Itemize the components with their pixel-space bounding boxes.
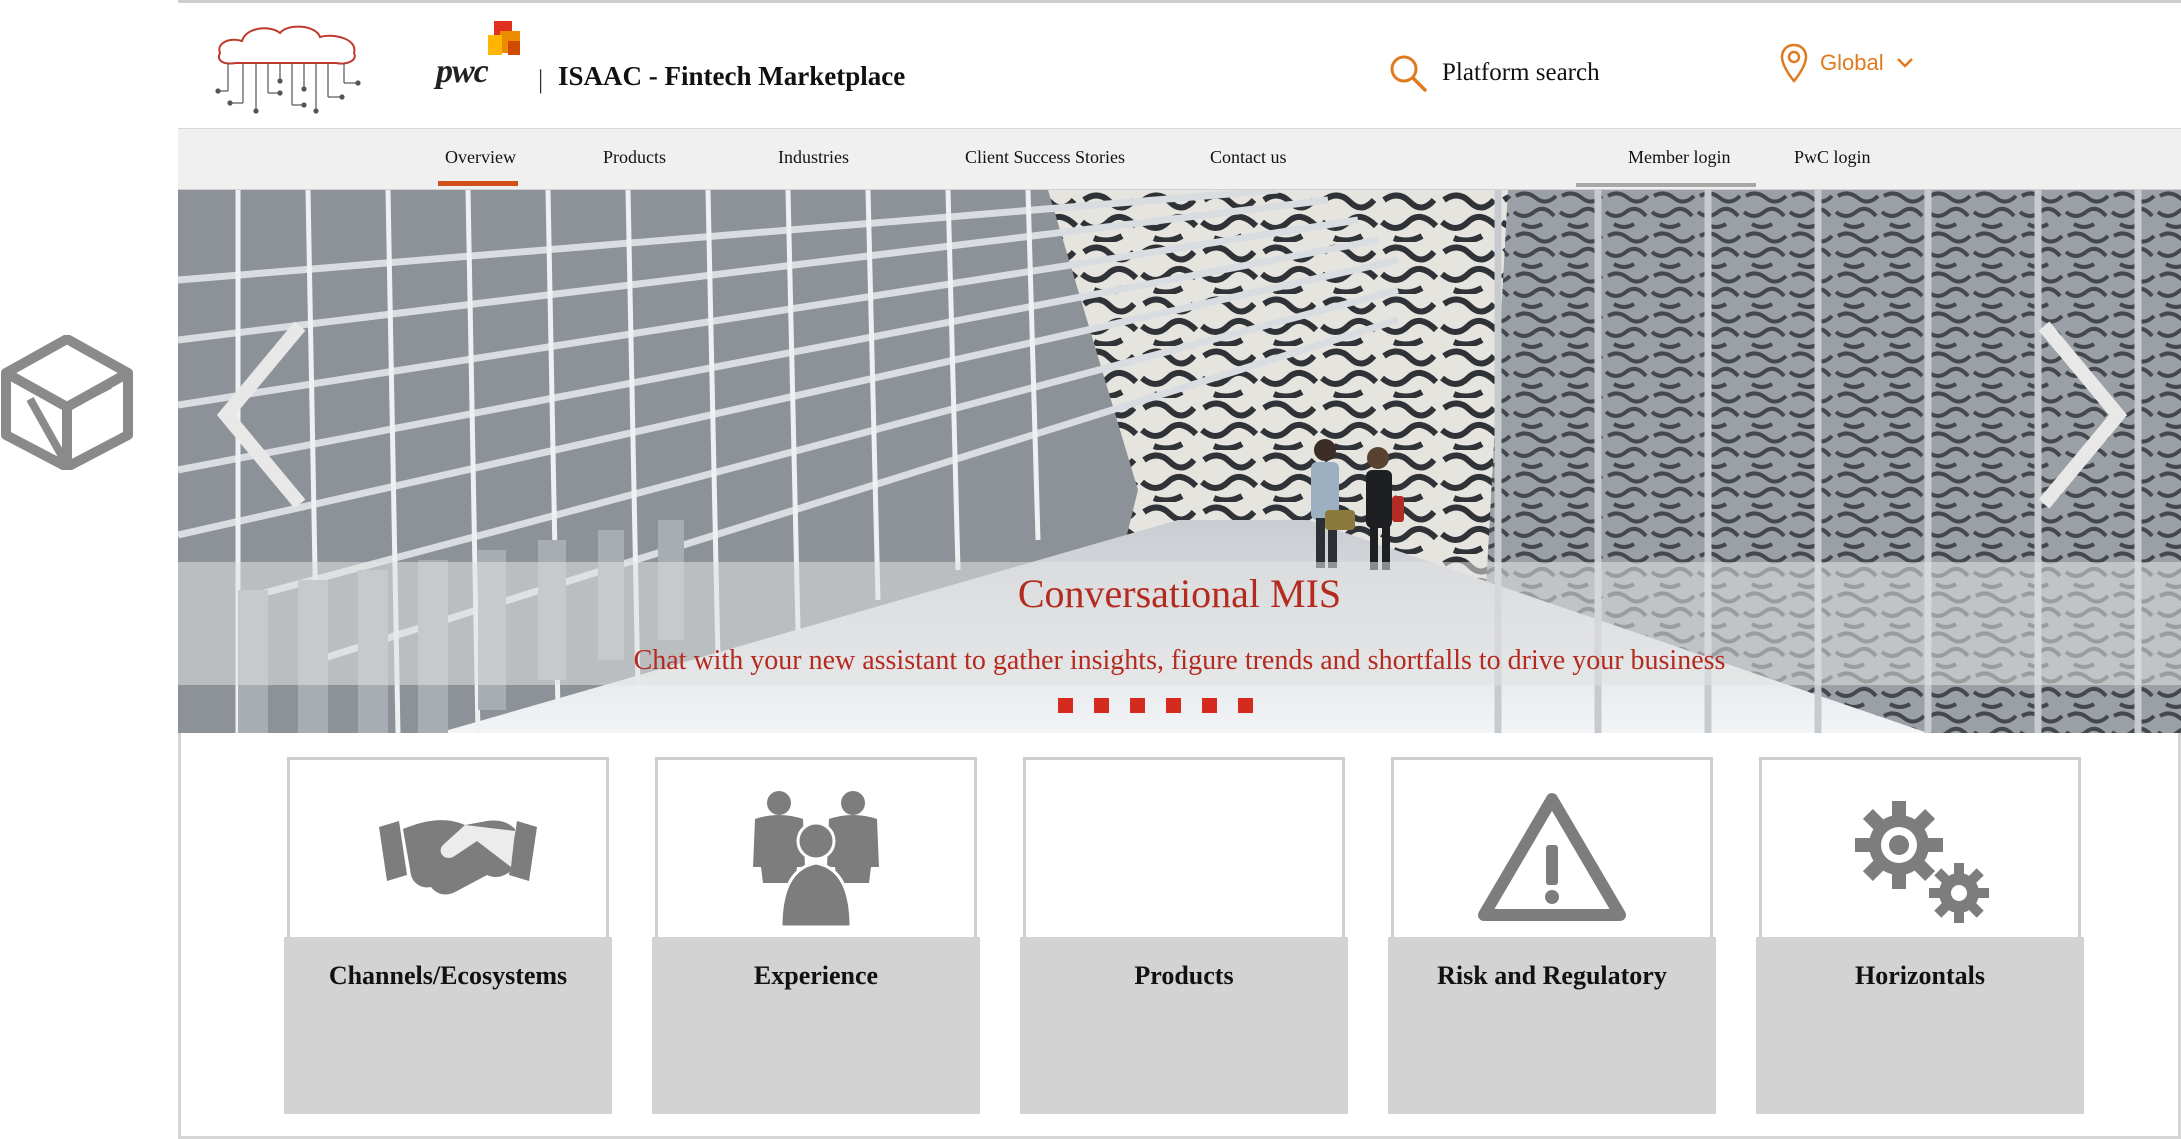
card-label: Risk and Regulatory xyxy=(1437,961,1667,990)
page: pwc | ISAAC - Fintech Marketplace Platfo… xyxy=(178,0,2181,1139)
handshake-icon xyxy=(379,820,537,895)
app-title: ISAAC - Fintech Marketplace xyxy=(558,61,906,91)
platform-search[interactable]: Platform search xyxy=(1388,53,1600,93)
hero-carousel: Conversational MIS Chat with your new as… xyxy=(178,190,2181,733)
pwc-brand-text[interactable]: pwc xyxy=(436,53,489,91)
nav-member-login[interactable]: Member login xyxy=(1628,147,1730,168)
carousel-dot[interactable] xyxy=(1238,698,1253,713)
search-label: Platform search xyxy=(1442,59,1600,86)
card-label: Experience xyxy=(753,961,879,990)
card-products[interactable]: Products xyxy=(1020,757,1348,1114)
nav-active-indicator xyxy=(438,181,518,186)
carousel-dot[interactable] xyxy=(1166,698,1181,713)
location-pin-icon xyxy=(1780,43,1808,83)
card-top xyxy=(1023,757,1345,939)
nav-pwc-login[interactable]: PwC login xyxy=(1794,147,1871,168)
card-horizontals[interactable]: Horizontals xyxy=(1756,757,2084,1114)
hero-title: Conversational MIS xyxy=(1017,571,1342,616)
search-icon xyxy=(1390,55,1427,92)
nav-contact-us[interactable]: Contact us xyxy=(1210,147,1287,168)
cube-logo-icon xyxy=(1,335,133,470)
carousel-indicators xyxy=(1058,698,1253,713)
region-label: Global xyxy=(1820,50,1884,75)
nav-products[interactable]: Products xyxy=(603,147,666,168)
carousel-dot[interactable] xyxy=(1130,698,1145,713)
card-channels-ecosystems[interactable]: Channels/Ecosystems xyxy=(284,757,612,1114)
chevron-down-icon xyxy=(1896,58,1913,68)
hero-subtitle: Chat with your new assistant to gather i… xyxy=(633,645,1726,676)
gears-icon xyxy=(1855,801,1989,923)
carousel-prev-arrow-icon[interactable] xyxy=(212,320,312,510)
category-cards: Channels/Ecosystems Experience Products xyxy=(178,733,2181,1139)
nav-overview[interactable]: Overview xyxy=(445,147,516,168)
main-nav: Overview Products Industries Client Succ… xyxy=(178,128,2181,190)
card-label: Horizontals xyxy=(1855,961,1985,990)
warning-triangle-icon xyxy=(1478,793,1626,921)
people-group-icon xyxy=(753,791,879,929)
title-separator: | xyxy=(538,65,544,94)
carousel-dot[interactable] xyxy=(1058,698,1073,713)
nav-industries[interactable]: Industries xyxy=(778,147,849,168)
header: pwc | ISAAC - Fintech Marketplace Platfo… xyxy=(178,0,2181,128)
card-risk-regulatory[interactable]: Risk and Regulatory xyxy=(1388,757,1716,1114)
carousel-next-arrow-icon[interactable] xyxy=(2032,320,2132,510)
card-label: Products xyxy=(1134,961,1234,990)
carousel-dot[interactable] xyxy=(1202,698,1217,713)
nav-login-divider xyxy=(1576,183,1756,187)
region-selector[interactable]: Global xyxy=(1780,43,1914,83)
card-experience[interactable]: Experience xyxy=(652,757,980,1114)
carousel-dot[interactable] xyxy=(1094,698,1109,713)
cloud-circuit-logo-icon[interactable] xyxy=(208,21,368,121)
nav-client-success-stories[interactable]: Client Success Stories xyxy=(965,147,1125,168)
card-label: Channels/Ecosystems xyxy=(328,961,568,990)
